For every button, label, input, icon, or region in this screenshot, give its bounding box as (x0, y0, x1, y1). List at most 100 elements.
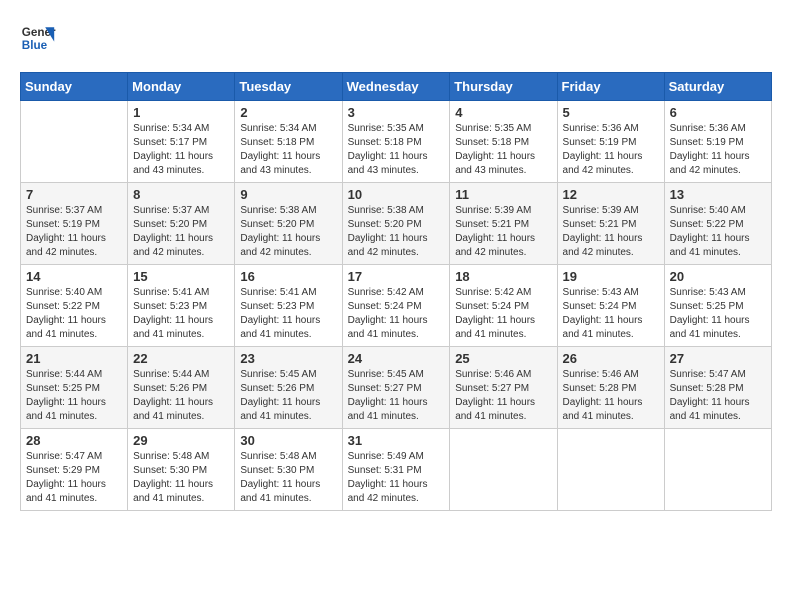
logo-icon: General Blue (20, 20, 56, 56)
calendar-cell: 20Sunrise: 5:43 AMSunset: 5:25 PMDayligh… (664, 265, 771, 347)
day-info: Sunrise: 5:36 AMSunset: 5:19 PMDaylight:… (563, 122, 659, 178)
day-header-thursday: Thursday (450, 73, 557, 101)
calendar-cell: 21Sunrise: 5:44 AMSunset: 5:25 PMDayligh… (21, 347, 128, 429)
day-number: 23 (240, 351, 336, 366)
calendar-cell (450, 429, 557, 511)
calendar-table: SundayMondayTuesdayWednesdayThursdayFrid… (20, 72, 772, 511)
calendar-cell: 26 Sunrise: 5:46 AMSunset: 5:28 PMDayligh… (557, 347, 664, 429)
calendar-week-1: 1 Sunrise: 5:34 AMSunset: 5:17 PMDaylight… (21, 101, 772, 183)
page-header: General Blue (20, 20, 772, 56)
calendar-cell: 2 Sunrise: 5:34 AMSunset: 5:18 PMDaylight… (235, 101, 342, 183)
calendar-cell: 15 Sunrise: 5:41 AMSunset: 5:23 PMDayligh… (128, 265, 235, 347)
day-info: Sunrise: 5:42 AMSunset: 5:24 PMDaylight:… (455, 286, 551, 342)
day-info: Sunrise: 5:36 AMSunset: 5:19 PMDaylight:… (670, 122, 766, 178)
calendar-week-3: 14Sunrise: 5:40 AMSunset: 5:22 PMDayligh… (21, 265, 772, 347)
day-info: Sunrise: 5:35 AMSunset: 5:18 PMDaylight:… (348, 122, 445, 178)
day-number: 5 (563, 105, 659, 120)
day-info: Sunrise: 5:49 AMSunset: 5:31 PMDaylight:… (348, 450, 445, 506)
day-info: Sunrise: 5:34 AMSunset: 5:18 PMDaylight:… (240, 122, 336, 178)
calendar-cell: 7Sunrise: 5:37 AMSunset: 5:19 PMDaylight… (21, 183, 128, 265)
day-number: 19 (563, 269, 659, 284)
day-number: 11 (455, 187, 551, 202)
day-header-saturday: Saturday (664, 73, 771, 101)
day-info: Sunrise: 5:48 AMSunset: 5:30 PMDaylight:… (240, 450, 336, 506)
day-number: 1 (133, 105, 229, 120)
day-number: 26 (563, 351, 659, 366)
day-number: 27 (670, 351, 766, 366)
logo: General Blue (20, 20, 56, 56)
calendar-cell: 27 Sunrise: 5:47 AMSunset: 5:28 PMDayligh… (664, 347, 771, 429)
calendar-cell: 3 Sunrise: 5:35 AMSunset: 5:18 PMDaylight… (342, 101, 450, 183)
day-header-sunday: Sunday (21, 73, 128, 101)
day-header-tuesday: Tuesday (235, 73, 342, 101)
calendar-header-row: SundayMondayTuesdayWednesdayThursdayFrid… (21, 73, 772, 101)
day-info: Sunrise: 5:46 AMSunset: 5:28 PMDaylight:… (563, 368, 659, 424)
calendar-cell: 14Sunrise: 5:40 AMSunset: 5:22 PMDayligh… (21, 265, 128, 347)
day-header-friday: Friday (557, 73, 664, 101)
calendar-cell: 30 Sunrise: 5:48 AMSunset: 5:30 PMDayligh… (235, 429, 342, 511)
calendar-cell: 29 Sunrise: 5:48 AMSunset: 5:30 PMDayligh… (128, 429, 235, 511)
day-info: Sunrise: 5:47 AMSunset: 5:29 PMDaylight:… (26, 450, 122, 506)
day-number: 9 (240, 187, 336, 202)
day-info: Sunrise: 5:41 AMSunset: 5:23 PMDaylight:… (133, 286, 229, 342)
day-number: 28 (26, 433, 122, 448)
calendar-week-2: 7Sunrise: 5:37 AMSunset: 5:19 PMDaylight… (21, 183, 772, 265)
day-number: 29 (133, 433, 229, 448)
calendar-cell: 17 Sunrise: 5:42 AMSunset: 5:24 PMDayligh… (342, 265, 450, 347)
day-info: Sunrise: 5:44 AMSunset: 5:25 PMDaylight:… (26, 368, 122, 424)
day-info: Sunrise: 5:47 AMSunset: 5:28 PMDaylight:… (670, 368, 766, 424)
day-info: Sunrise: 5:46 AMSunset: 5:27 PMDaylight:… (455, 368, 551, 424)
day-info: Sunrise: 5:37 AMSunset: 5:20 PMDaylight:… (133, 204, 229, 260)
calendar-cell: 18 Sunrise: 5:42 AMSunset: 5:24 PMDayligh… (450, 265, 557, 347)
calendar-cell: 13 Sunrise: 5:40 AMSunset: 5:22 PMDayligh… (664, 183, 771, 265)
calendar-cell: 16 Sunrise: 5:41 AMSunset: 5:23 PMDayligh… (235, 265, 342, 347)
calendar-cell: 11Sunrise: 5:39 AMSunset: 5:21 PMDayligh… (450, 183, 557, 265)
day-number: 18 (455, 269, 551, 284)
calendar-cell: 4Sunrise: 5:35 AMSunset: 5:18 PMDaylight… (450, 101, 557, 183)
calendar-cell: 22 Sunrise: 5:44 AMSunset: 5:26 PMDayligh… (128, 347, 235, 429)
day-header-monday: Monday (128, 73, 235, 101)
calendar-week-5: 28 Sunrise: 5:47 AMSunset: 5:29 PMDayligh… (21, 429, 772, 511)
day-header-wednesday: Wednesday (342, 73, 450, 101)
day-number: 24 (348, 351, 445, 366)
calendar-cell: 6 Sunrise: 5:36 AMSunset: 5:19 PMDaylight… (664, 101, 771, 183)
day-number: 2 (240, 105, 336, 120)
day-number: 6 (670, 105, 766, 120)
calendar-week-4: 21Sunrise: 5:44 AMSunset: 5:25 PMDayligh… (21, 347, 772, 429)
day-info: Sunrise: 5:43 AMSunset: 5:24 PMDaylight:… (563, 286, 659, 342)
calendar-cell: 1 Sunrise: 5:34 AMSunset: 5:17 PMDaylight… (128, 101, 235, 183)
day-info: Sunrise: 5:42 AMSunset: 5:24 PMDaylight:… (348, 286, 445, 342)
day-number: 3 (348, 105, 445, 120)
day-info: Sunrise: 5:34 AMSunset: 5:17 PMDaylight:… (133, 122, 229, 178)
day-number: 16 (240, 269, 336, 284)
day-info: Sunrise: 5:45 AMSunset: 5:27 PMDaylight:… (348, 368, 445, 424)
calendar-cell: 10Sunrise: 5:38 AMSunset: 5:20 PMDayligh… (342, 183, 450, 265)
day-number: 25 (455, 351, 551, 366)
day-number: 8 (133, 187, 229, 202)
day-info: Sunrise: 5:44 AMSunset: 5:26 PMDaylight:… (133, 368, 229, 424)
day-number: 7 (26, 187, 122, 202)
calendar-cell: 12Sunrise: 5:39 AMSunset: 5:21 PMDayligh… (557, 183, 664, 265)
calendar-cell: 25 Sunrise: 5:46 AMSunset: 5:27 PMDayligh… (450, 347, 557, 429)
day-number: 30 (240, 433, 336, 448)
day-number: 31 (348, 433, 445, 448)
calendar-cell: 31 Sunrise: 5:49 AMSunset: 5:31 PMDayligh… (342, 429, 450, 511)
day-number: 17 (348, 269, 445, 284)
calendar-cell: 9Sunrise: 5:38 AMSunset: 5:20 PMDaylight… (235, 183, 342, 265)
calendar-cell (21, 101, 128, 183)
day-info: Sunrise: 5:40 AMSunset: 5:22 PMDaylight:… (670, 204, 766, 260)
day-info: Sunrise: 5:39 AMSunset: 5:21 PMDaylight:… (563, 204, 659, 260)
calendar-cell: 5 Sunrise: 5:36 AMSunset: 5:19 PMDaylight… (557, 101, 664, 183)
day-info: Sunrise: 5:48 AMSunset: 5:30 PMDaylight:… (133, 450, 229, 506)
calendar-cell (664, 429, 771, 511)
day-info: Sunrise: 5:41 AMSunset: 5:23 PMDaylight:… (240, 286, 336, 342)
day-number: 13 (670, 187, 766, 202)
calendar-cell (557, 429, 664, 511)
calendar-cell: 23 Sunrise: 5:45 AMSunset: 5:26 PMDayligh… (235, 347, 342, 429)
calendar-cell: 19 Sunrise: 5:43 AMSunset: 5:24 PMDayligh… (557, 265, 664, 347)
day-info: Sunrise: 5:45 AMSunset: 5:26 PMDaylight:… (240, 368, 336, 424)
day-number: 15 (133, 269, 229, 284)
day-number: 14 (26, 269, 122, 284)
day-number: 22 (133, 351, 229, 366)
calendar-cell: 28 Sunrise: 5:47 AMSunset: 5:29 PMDayligh… (21, 429, 128, 511)
